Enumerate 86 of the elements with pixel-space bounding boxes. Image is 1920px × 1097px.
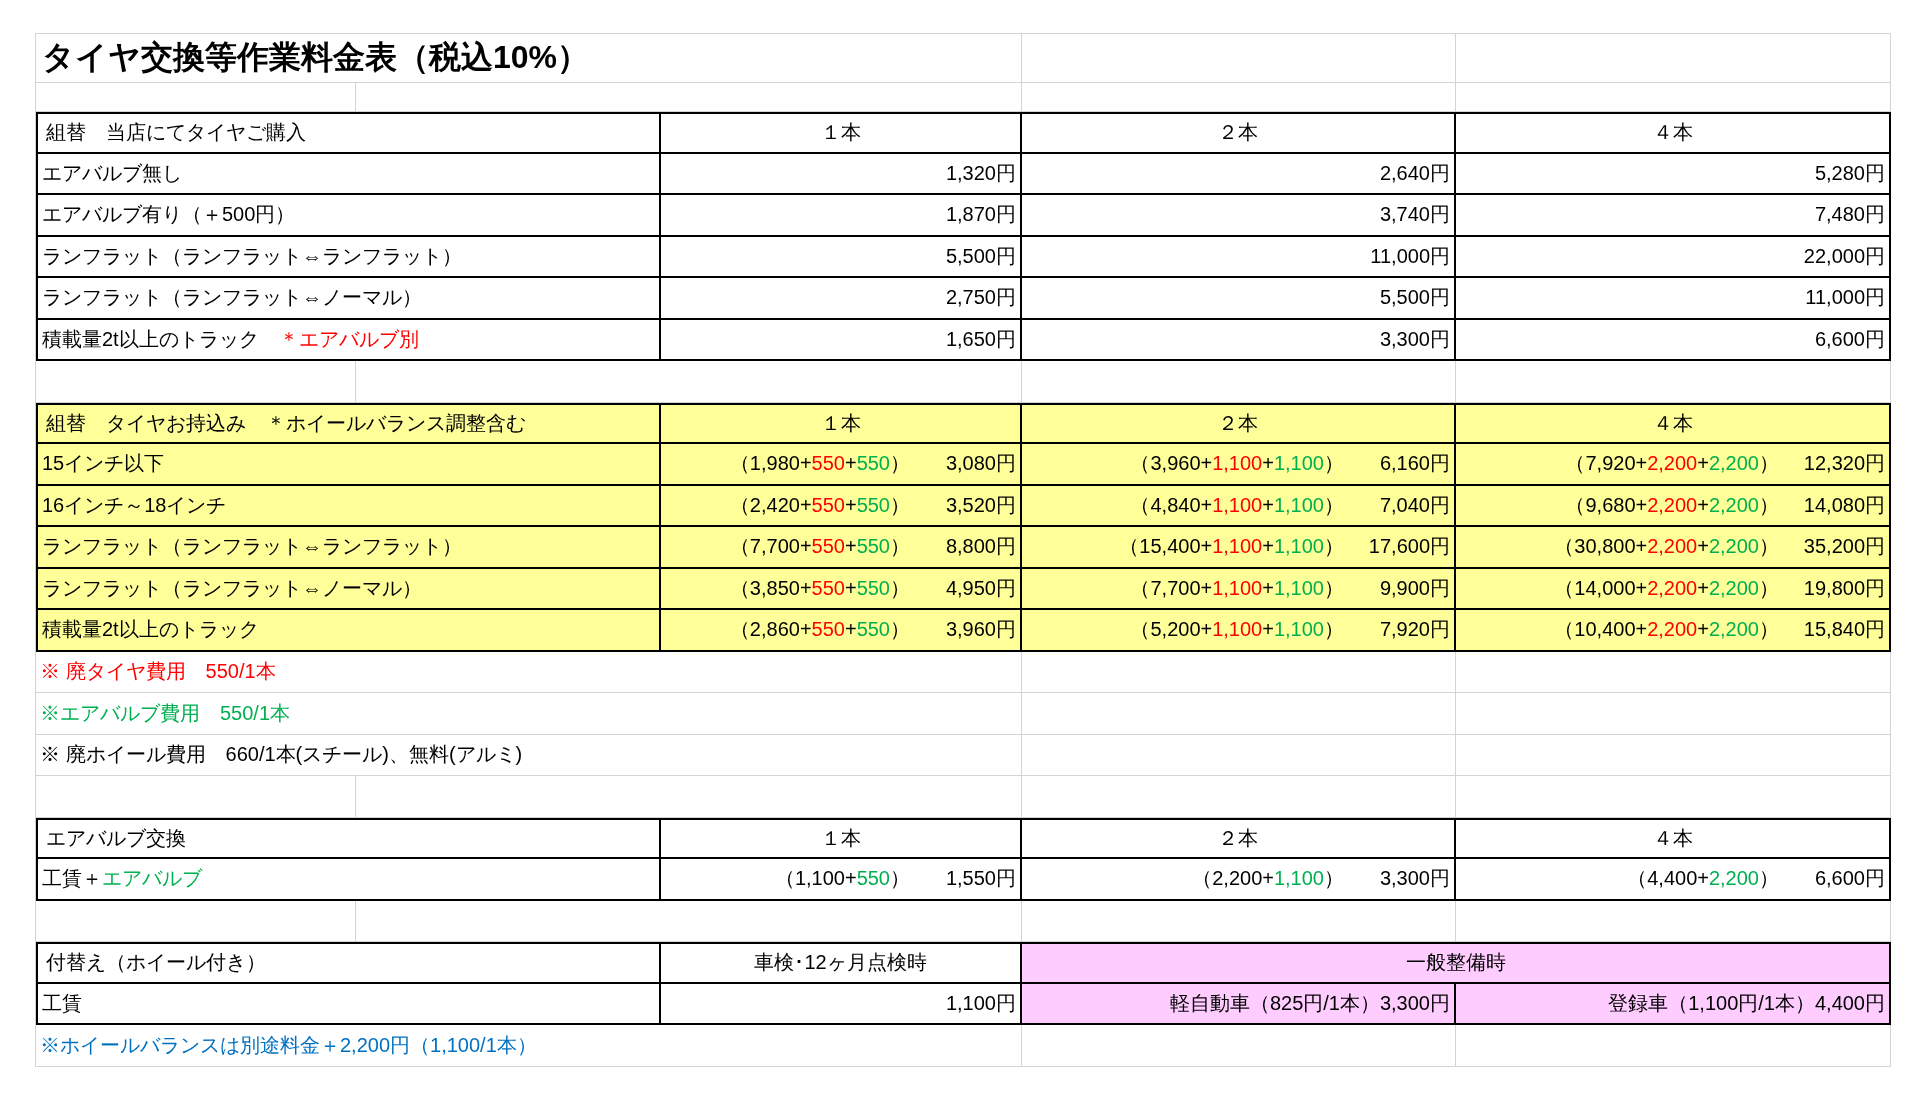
note-text: ※ 廃タイヤ費用 550/1本 [40, 659, 276, 685]
price-total: 4,950円 [944, 575, 1016, 601]
price-total: 6,600円 [1813, 866, 1885, 892]
price-total: 12,320円 [1802, 451, 1885, 477]
price-breakdown: （10,400+2,200+2,200） [1554, 617, 1779, 643]
price-total: 1,650円 [945, 326, 1016, 352]
price-breakdown: （5,200+1,100+1,100） [1130, 617, 1344, 643]
price-total: 1,550円 [944, 866, 1016, 892]
price-breakdown: （2,420+550+550） [729, 492, 910, 518]
row-label: エアバルブ有り（＋500円） [36, 195, 661, 237]
column-header: ２本 [1022, 817, 1456, 859]
price-total: 6,160円 [1378, 451, 1450, 477]
price-total: 1,870円 [945, 202, 1016, 228]
price-breakdown: （30,800+2,200+2,200） [1554, 534, 1779, 560]
price-total: 35,200円 [1802, 534, 1885, 560]
price-total: 15,840円 [1802, 617, 1885, 643]
row-label: ランフラット（ランフラット⇔ランフラット） [36, 527, 661, 569]
row-label: 工賃＋エアバルブ [36, 859, 661, 901]
column-header: 一般整備時 [1022, 942, 1891, 984]
price-total: 3,740円 [1379, 202, 1450, 228]
section-header: 組替 タイヤお持込み ＊ホイールバランス調整含む [36, 402, 661, 444]
row-label: ランフラット（ランフラット⇔ノーマル） [36, 568, 661, 610]
column-header: １本 [661, 402, 1022, 444]
row-label: 積載量2t以上のトラック ＊エアバルブ別 [36, 319, 661, 361]
price-total: 1,320円 [945, 160, 1016, 186]
column-header: 車検･12ヶ月点検時 [661, 942, 1022, 984]
price-total: 3,520円 [944, 492, 1016, 518]
price-breakdown: （3,850+550+550） [729, 575, 910, 601]
price-total: 9,900円 [1378, 575, 1450, 601]
price-total: 3,300円 [1379, 326, 1450, 352]
section-header: エアバルブ交換 [36, 817, 661, 859]
price-total: 5,500円 [1379, 285, 1450, 311]
price-breakdown: （7,700+550+550） [729, 534, 910, 560]
price-total: 6,600円 [1814, 326, 1885, 352]
price-total: 3,300円 [1378, 866, 1450, 892]
section-header: 組替 当店にてタイヤご購入 [36, 112, 661, 154]
price-total: 11,000円 [1370, 243, 1450, 269]
price-total: 7,480円 [1814, 202, 1885, 228]
column-header: ４本 [1456, 402, 1891, 444]
price-total: 19,800円 [1802, 575, 1885, 601]
price-total: 軽自動車（825円/1本）3,300円 [1169, 990, 1450, 1016]
row-label: ランフラット（ランフラット⇔ランフラット） [36, 236, 661, 278]
price-breakdown: （2,200+1,100） [1192, 866, 1344, 892]
column-header: ２本 [1022, 112, 1456, 154]
price-total: 登録車（1,100円/1本）4,400円 [1608, 990, 1885, 1016]
row-label: 工賃 [36, 983, 661, 1025]
price-breakdown: （2,860+550+550） [729, 617, 910, 643]
price-total: 8,800円 [944, 534, 1016, 560]
column-header: １本 [661, 817, 1022, 859]
column-header: １本 [661, 112, 1022, 154]
price-breakdown: （15,400+1,100+1,100） [1119, 534, 1344, 560]
note-text: ※ホイールバランスは別途料金＋2,200円（1,100/1本） [40, 1032, 537, 1058]
price-breakdown: （4,840+1,100+1,100） [1130, 492, 1344, 518]
row-label: 積載量2t以上のトラック [36, 610, 661, 652]
price-breakdown: （3,960+1,100+1,100） [1130, 451, 1344, 477]
row-label: 16インチ～18インチ [36, 485, 661, 527]
price-breakdown: （9,680+2,200+2,200） [1565, 492, 1779, 518]
price-breakdown: （7,920+2,200+2,200） [1565, 451, 1779, 477]
price-breakdown: （1,100+550） [774, 866, 910, 892]
price-total: 7,920円 [1378, 617, 1450, 643]
row-label: ランフラット（ランフラット⇔ノーマル） [36, 278, 661, 320]
sheet-title: タイヤ交換等作業料金表（税込10%） [41, 38, 590, 77]
note-text: ※エアバルブ費用 550/1本 [40, 700, 291, 726]
section-header: 付替え（ホイール付き） [36, 942, 661, 984]
note-text: ※ 廃ホイール費用 660/1本(スチール)、無料(アルミ) [40, 742, 523, 768]
price-breakdown: （14,000+2,200+2,200） [1554, 575, 1779, 601]
column-header: ４本 [1456, 112, 1891, 154]
price-total: 17,600円 [1367, 534, 1450, 560]
row-label: エアバルブ無し [36, 153, 661, 195]
price-total: 2,750円 [945, 285, 1016, 311]
price-total: 7,040円 [1378, 492, 1450, 518]
price-total: 11,000円 [1805, 285, 1885, 311]
column-header: ２本 [1022, 402, 1456, 444]
column-header: ４本 [1456, 817, 1891, 859]
row-label: 15インチ以下 [36, 444, 661, 486]
price-total: 3,960円 [944, 617, 1016, 643]
price-total: 3,080円 [944, 451, 1016, 477]
price-breakdown: （1,980+550+550） [729, 451, 910, 477]
price-total: 22,000円 [1803, 243, 1885, 269]
price-total: 2,640円 [1379, 160, 1450, 186]
price-breakdown: （4,400+2,200） [1627, 866, 1779, 892]
price-breakdown: （7,700+1,100+1,100） [1130, 575, 1344, 601]
price-total: 14,080円 [1802, 492, 1885, 518]
price-total: 5,280円 [1814, 160, 1885, 186]
price-total: 5,500円 [945, 243, 1016, 269]
price-total: 1,100円 [945, 990, 1016, 1016]
